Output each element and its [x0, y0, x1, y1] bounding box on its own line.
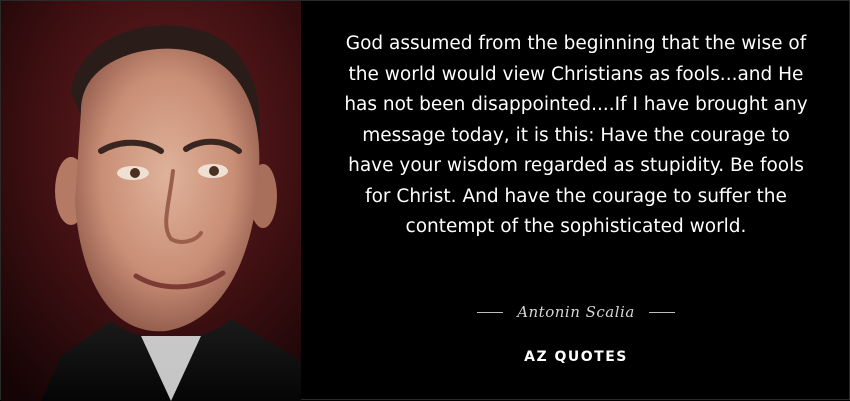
quote-text: God assumed from the beginning that the …: [344, 33, 808, 237]
left-dash-divider: [477, 311, 504, 313]
author-portrait: [1, 1, 301, 401]
quote-panel: God assumed from the beginning that the …: [301, 1, 850, 401]
author-name[interactable]: Antonin Scalia: [517, 303, 635, 321]
quote-card: God assumed from the beginning that the …: [0, 0, 850, 401]
right-dash-divider: [648, 311, 675, 313]
author-attribution: Antonin Scalia: [301, 299, 850, 325]
azquotes-logo[interactable]: AZ QUOTES: [301, 349, 850, 365]
